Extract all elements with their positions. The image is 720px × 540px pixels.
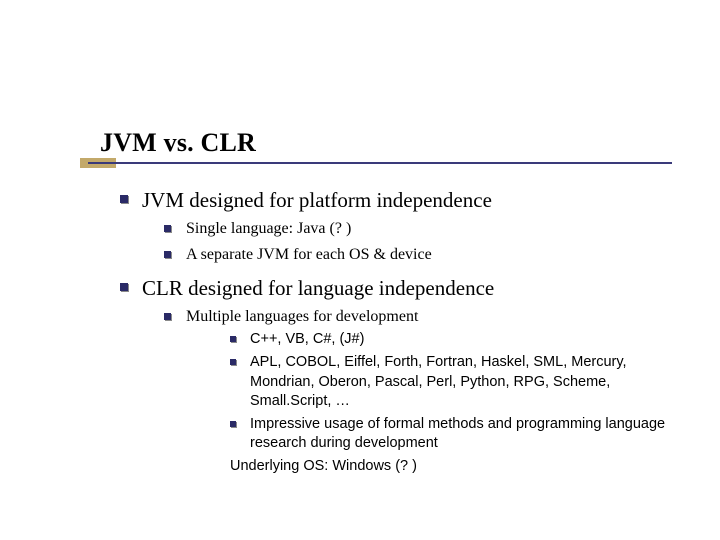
title-underline [88, 162, 672, 164]
bullet-text: Multiple languages for development [186, 308, 418, 325]
bullet-lvl3: Impressive usage of formal methods and p… [230, 415, 680, 454]
bullet-text: Single language: Java (? ) [186, 220, 351, 237]
content: JVM designed for platform independence S… [120, 180, 680, 476]
bullet-text: CLR designed for language independence [142, 276, 494, 300]
bullet-lvl2: Single language: Java (? ) [164, 218, 680, 240]
bullet-text: APL, COBOL, Eiffel, Forth, Fortran, Hask… [250, 354, 627, 409]
bullet-text: A separate JVM for each OS & device [186, 246, 432, 263]
bullet-lvl2: Multiple languages for development C++, … [164, 306, 680, 477]
bullet-trail: Underlying OS: Windows (? ) [230, 457, 680, 477]
bullet-text: C++, VB, C#, (J#) [250, 331, 364, 347]
bullet-lvl1: JVM designed for platform independence S… [120, 186, 680, 266]
bullet-lvl2: A separate JVM for each OS & device [164, 244, 680, 266]
bullet-lvl3: C++, VB, C#, (J#) [230, 330, 680, 350]
bullet-text: Impressive usage of formal methods and p… [250, 416, 665, 452]
bullet-lvl3: APL, COBOL, Eiffel, Forth, Fortran, Hask… [230, 353, 680, 412]
bullet-lvl1: CLR designed for language independence M… [120, 274, 680, 477]
bullet-text: JVM designed for platform independence [142, 188, 492, 212]
slide: JVM vs. CLR JVM designed for platform in… [0, 0, 720, 540]
title-wrap: JVM vs. CLR [100, 128, 660, 158]
slide-title: JVM vs. CLR [100, 128, 660, 158]
